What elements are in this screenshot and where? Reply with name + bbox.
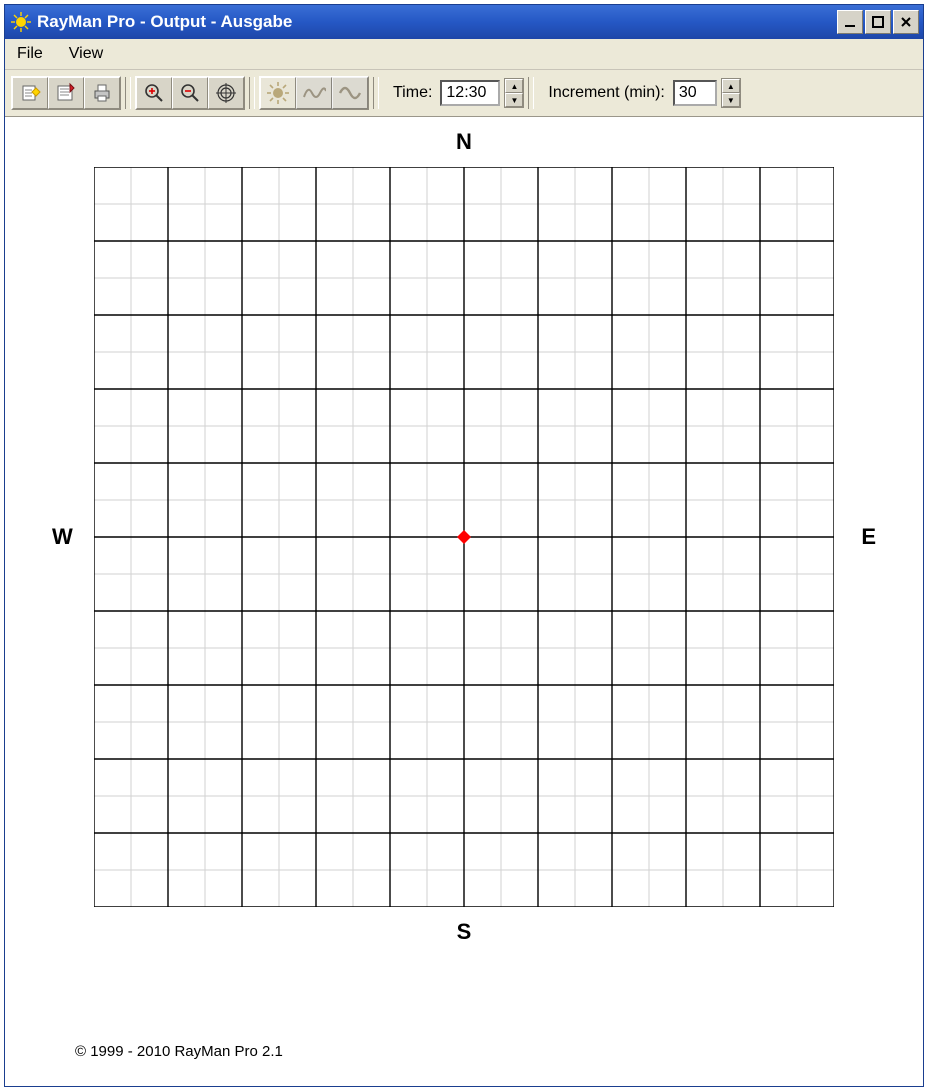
increment-spinner: ▲ ▼	[721, 78, 741, 108]
copyright-text: © 1999 - 2010 RayMan Pro 2.1	[75, 1043, 283, 1060]
save-button[interactable]	[48, 77, 84, 109]
sine-icon	[338, 81, 362, 105]
toolbar-separator	[125, 77, 131, 109]
label-south: S	[457, 919, 472, 945]
compass-chart: N S W E	[64, 137, 864, 937]
time-spinner-down[interactable]: ▼	[505, 93, 523, 107]
print-button[interactable]	[84, 77, 120, 109]
increment-label: Increment (min):	[538, 84, 670, 102]
new-output-button[interactable]	[12, 77, 48, 109]
increment-spinner-down[interactable]: ▼	[722, 93, 740, 107]
zoom-out-button[interactable]	[172, 77, 208, 109]
label-west: W	[52, 524, 73, 550]
label-east: E	[861, 524, 876, 550]
app-window: RayMan Pro - Output - Ausgabe File View	[4, 4, 924, 1087]
time-spinner: ▲ ▼	[504, 78, 524, 108]
increment-input[interactable]	[673, 80, 717, 106]
zoom-in-button[interactable]	[136, 77, 172, 109]
time-spinner-up[interactable]: ▲	[505, 79, 523, 93]
toolbar-zoom-group	[135, 76, 245, 110]
app-sun-icon	[11, 12, 31, 32]
minimize-button[interactable]	[837, 10, 863, 34]
menu-view[interactable]: View	[65, 43, 107, 65]
increment-spinner-up[interactable]: ▲	[722, 79, 740, 93]
titlebar: RayMan Pro - Output - Ausgabe	[5, 5, 923, 39]
toolbar: Time: ▲ ▼ Increment (min): ▲ ▼	[5, 70, 923, 117]
window-title: RayMan Pro - Output - Ausgabe	[37, 12, 837, 32]
save-icon	[55, 82, 77, 104]
sine-mode-button[interactable]	[332, 77, 368, 109]
wave-icon	[302, 81, 326, 105]
menubar: File View	[5, 39, 923, 70]
time-input[interactable]	[440, 80, 500, 106]
grid-plot	[94, 167, 834, 907]
print-icon	[91, 82, 113, 104]
toolbar-mode-group	[259, 76, 369, 110]
zoom-in-icon	[143, 82, 165, 104]
window-controls	[837, 10, 919, 34]
time-label: Time:	[383, 84, 438, 102]
sun-mode-button[interactable]	[260, 77, 296, 109]
content-area: N S W E © 1999 - 2010 RayMan Pro 2.1	[5, 117, 923, 1086]
wave-mode-button[interactable]	[296, 77, 332, 109]
new-document-icon	[19, 82, 41, 104]
maximize-button[interactable]	[865, 10, 891, 34]
sun-mode-icon	[266, 81, 290, 105]
close-button[interactable]	[893, 10, 919, 34]
zoom-out-icon	[179, 82, 201, 104]
toolbar-separator	[373, 77, 379, 109]
menu-file[interactable]: File	[13, 43, 47, 65]
toolbar-file-group	[11, 76, 121, 110]
target-icon	[215, 82, 237, 104]
label-north: N	[456, 129, 472, 155]
target-button[interactable]	[208, 77, 244, 109]
toolbar-separator	[249, 77, 255, 109]
toolbar-separator	[528, 77, 534, 109]
